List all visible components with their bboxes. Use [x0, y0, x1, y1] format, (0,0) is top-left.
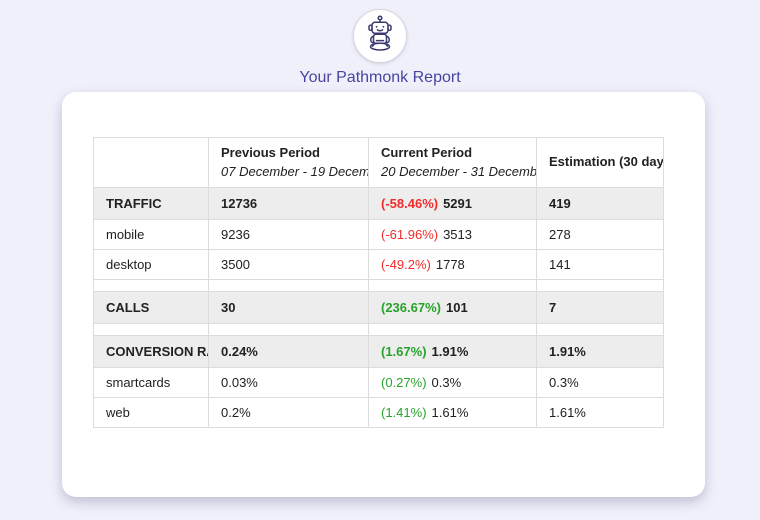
spacer-cell [368, 323, 537, 336]
row-label: CALLS [93, 291, 209, 324]
row-label: desktop [93, 249, 209, 280]
current-number: 1778 [435, 257, 465, 272]
previous-value: 0.2% [208, 397, 369, 428]
change-percent: (-49.2%) [381, 257, 431, 272]
report-table: Previous Period 07 December - 19 Decembe… [93, 137, 664, 428]
estimation-value: 278 [536, 219, 664, 250]
change-percent: (236.67%) [381, 300, 441, 315]
estimation-value: 141 [536, 249, 664, 280]
row-label: CONVERSION RATE [93, 335, 209, 368]
spacer-row [93, 323, 664, 336]
previous-value: 30 [208, 291, 369, 324]
current-value: (0.27%) 0.3% [368, 367, 537, 398]
row-label: mobile [93, 219, 209, 250]
current-value: (1.41%) 1.61% [368, 397, 537, 428]
pathmonk-robot-icon [360, 13, 400, 60]
current-number: 1.61% [431, 405, 469, 420]
current-number: 0.3% [431, 375, 462, 390]
change-percent: (-61.96%) [381, 227, 439, 242]
row-label: smartcards [93, 367, 209, 398]
change-percent: (1.41%) [381, 405, 427, 420]
report-header: Your Pathmonk Report Friday, 20 December… [0, 0, 760, 103]
previous-value: 12736 [208, 187, 369, 220]
current-value: (236.67%) 101 [368, 291, 537, 324]
table-row-smartcards: smartcards 0.03% (0.27%) 0.3% 0.3% [93, 367, 664, 398]
report-card: Previous Period 07 December - 19 Decembe… [62, 92, 705, 497]
column-title: Estimation (30 days) [549, 154, 664, 170]
change-percent: (1.67%) [381, 344, 427, 359]
change-percent: (-58.46%) [381, 196, 439, 211]
page-title: Your Pathmonk Report [299, 69, 461, 86]
current-value: (-49.2%) 1778 [368, 249, 537, 280]
pathmonk-logo [353, 9, 407, 63]
current-number: 5291 [443, 196, 472, 211]
current-value: (-61.96%) 3513 [368, 219, 537, 250]
previous-value: 0.24% [208, 335, 369, 368]
table-row-web: web 0.2% (1.41%) 1.61% 1.61% [93, 397, 664, 428]
previous-value: 0.03% [208, 367, 369, 398]
header-cell-estimation: Estimation (30 days) [536, 137, 664, 188]
current-number: 1.91% [431, 344, 469, 359]
estimation-value: 0.3% [536, 367, 664, 398]
estimation-value: 1.91% [536, 335, 664, 368]
spacer-cell [536, 323, 664, 336]
table-row-desktop: desktop 3500 (-49.2%) 1778 141 [93, 249, 664, 280]
row-label: web [93, 397, 209, 428]
current-value: (-58.46%) 5291 [368, 187, 537, 220]
current-value: (1.67%) 1.91% [368, 335, 537, 368]
column-title: Previous Period [221, 144, 320, 160]
table-row-traffic: TRAFFIC 12736 (-58.46%) 5291 419 [93, 187, 664, 220]
table-header-row: Previous Period 07 December - 19 Decembe… [93, 137, 664, 188]
estimation-value: 419 [536, 187, 664, 220]
header-cell-previous-period: Previous Period 07 December - 19 Decembe… [208, 137, 369, 188]
estimation-value: 1.61% [536, 397, 664, 428]
table-row-calls: CALLS 30 (236.67%) 101 7 [93, 291, 664, 324]
column-title: Current Period [381, 144, 473, 160]
row-label: TRAFFIC [93, 187, 209, 220]
spacer-cell [536, 279, 664, 292]
change-percent: (0.27%) [381, 375, 427, 390]
column-subtitle: 07 December - 19 December [221, 163, 368, 179]
spacer-cell [208, 279, 369, 292]
spacer-cell [93, 323, 209, 336]
current-number: 3513 [443, 227, 472, 242]
estimation-value: 7 [536, 291, 664, 324]
spacer-cell [93, 279, 209, 292]
column-subtitle: 20 December - 31 December [381, 163, 537, 179]
spacer-cell [368, 279, 537, 292]
previous-value: 3500 [208, 249, 369, 280]
spacer-cell [208, 323, 369, 336]
table-row-mobile: mobile 9236 (-61.96%) 3513 278 [93, 219, 664, 250]
header-cell-empty [93, 137, 209, 188]
header-cell-current-period: Current Period 20 December - 31 December [368, 137, 537, 188]
spacer-row [93, 279, 664, 292]
table-row-conversion-rate: CONVERSION RATE 0.24% (1.67%) 1.91% 1.91% [93, 335, 664, 368]
previous-value: 9236 [208, 219, 369, 250]
current-number: 101 [445, 300, 468, 315]
